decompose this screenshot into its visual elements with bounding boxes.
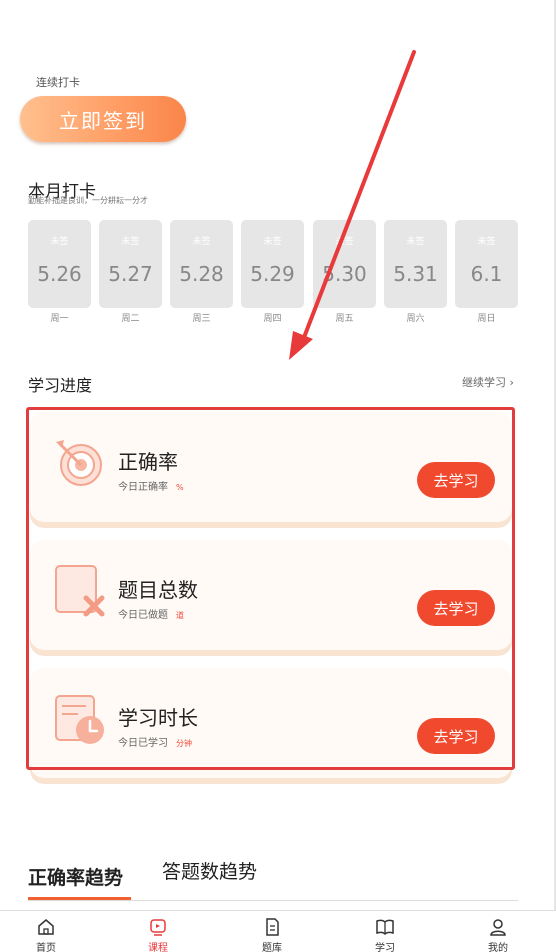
question-bank-icon — [266, 918, 279, 936]
day-date: 5.26 — [37, 262, 82, 286]
day-status: 未签 — [406, 237, 425, 247]
day-item[interactable]: 未签 5.29 周四 — [241, 220, 304, 324]
day-card: 未签 5.28 — [170, 220, 233, 308]
day-status: 未签 — [263, 237, 282, 247]
continue-study-link[interactable]: 继续学习 › — [462, 374, 514, 390]
day-date: 6.1 — [470, 262, 503, 286]
day-date: 5.27 — [108, 262, 153, 286]
day-card: 未签 5.27 — [99, 220, 162, 308]
nav-label: 课程 — [148, 943, 168, 952]
nav-study[interactable]: 学习 — [355, 917, 415, 952]
profile-icon — [490, 919, 506, 936]
day-status: 未签 — [192, 237, 211, 247]
day-status: 未签 — [335, 237, 354, 247]
day-item[interactable]: 未签 5.27 周二 — [99, 220, 162, 324]
book-icon — [376, 919, 394, 936]
day-weekday: 周日 — [477, 314, 496, 324]
day-weekday: 周三 — [192, 314, 211, 324]
nav-question-bank[interactable]: 题库 — [242, 917, 302, 952]
highlight-frame — [26, 407, 515, 770]
tab-accuracy-trend[interactable]: 正确率趋势 — [28, 863, 123, 890]
day-date: 5.28 — [179, 262, 224, 286]
day-status: 未签 — [50, 237, 69, 247]
tab-divider — [28, 900, 518, 901]
day-status: 未签 — [477, 237, 496, 247]
day-weekday: 周四 — [263, 314, 282, 324]
study-progress-title: 学习进度 — [28, 376, 93, 395]
course-icon — [150, 919, 166, 936]
checkin-button[interactable]: 立即签到 — [20, 96, 186, 142]
day-item[interactable]: 未签 5.26 周一 — [28, 220, 91, 324]
nav-label: 我的 — [488, 943, 508, 952]
day-item[interactable]: 未签 6.1 周日 — [455, 220, 518, 324]
nav-home[interactable]: 首页 — [16, 917, 76, 952]
day-weekday: 周二 — [121, 314, 140, 324]
day-card: 未签 5.26 — [28, 220, 91, 308]
day-card: 未签 5.30 — [313, 220, 376, 308]
day-weekday: 周六 — [406, 314, 425, 324]
home-icon — [38, 919, 54, 935]
day-card: 未签 5.31 — [384, 220, 447, 308]
day-weekday: 周一 — [50, 314, 69, 324]
day-weekday: 周五 — [335, 314, 354, 324]
tab-answer-count-trend[interactable]: 答题数趋势 — [162, 857, 257, 884]
day-item[interactable]: 未签 5.30 周五 — [313, 220, 376, 324]
month-checkin-subtitle: 勤能补拙是良训，一分耕耘一分才 — [28, 196, 148, 205]
day-date: 5.31 — [393, 262, 438, 286]
day-date: 5.29 — [250, 262, 295, 286]
nav-course[interactable]: 课程 — [128, 917, 188, 952]
day-list: 未签 5.26 周一 未签 5.27 周二 未签 5.28 周三 未签 5.29… — [28, 220, 518, 325]
day-card: 未签 6.1 — [455, 220, 518, 308]
bottom-nav: 首页 课程 题库 学习 我的 — [0, 910, 556, 952]
streak-label: 连续打卡 — [36, 76, 80, 89]
day-item[interactable]: 未签 5.31 周六 — [384, 220, 447, 324]
day-date: 5.30 — [322, 262, 367, 286]
nav-profile[interactable]: 我的 — [468, 917, 528, 952]
nav-label: 题库 — [262, 943, 282, 952]
day-item[interactable]: 未签 5.28 周三 — [170, 220, 233, 324]
day-card: 未签 5.29 — [241, 220, 304, 308]
nav-label: 学习 — [375, 943, 395, 952]
nav-label: 首页 — [36, 943, 56, 952]
day-status: 未签 — [121, 237, 140, 247]
